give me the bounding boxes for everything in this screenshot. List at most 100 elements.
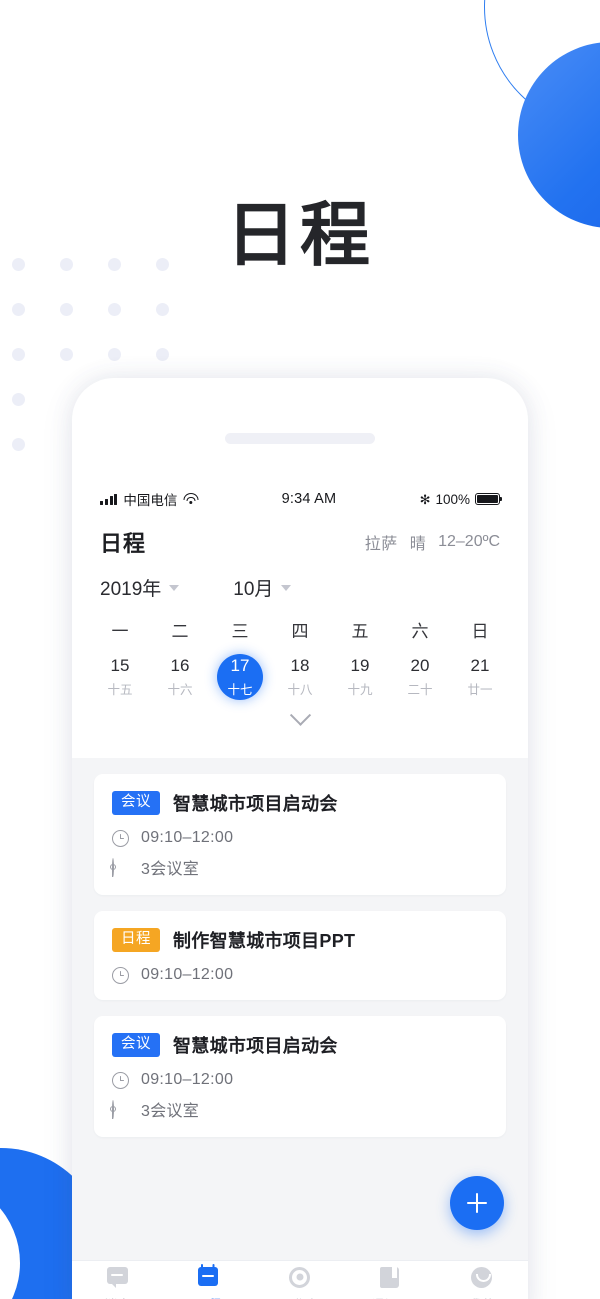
calendar-day-21[interactable]: 21 廿一 xyxy=(450,648,510,706)
event-time-row: 09:10–12:00 xyxy=(112,966,488,984)
day-number: 18 xyxy=(290,656,310,675)
calendar-day-19[interactable]: 19 十九 xyxy=(330,648,390,706)
event-card[interactable]: 日程 制作智慧城市项目PPT 09:10–12:00 xyxy=(94,911,506,1000)
event-type-badge: 会议 xyxy=(112,791,160,815)
calendar-year-month-row: 2019年 10月 xyxy=(90,568,510,611)
page-title: 日程 xyxy=(226,196,374,274)
calendar-widget: 2019年 10月 一 二 三 四 五 六 日 15 十五 16 十六 17 十七 18 十八 19 十九 20… xyxy=(72,568,528,732)
day-lunar-label: 十七 xyxy=(227,683,253,697)
phone-mockup: 中国电信 9:34 AM ✻ 100% 日程 拉萨 晴 12–20ºC 2019… xyxy=(72,378,528,1299)
phone-speaker-bar xyxy=(225,433,375,444)
day-lunar-label: 二十 xyxy=(407,683,433,697)
tab-profile[interactable]: 我的 xyxy=(437,1261,528,1299)
event-time: 09:10–12:00 xyxy=(141,1071,234,1088)
day-number: 20 xyxy=(410,656,430,675)
workbench-icon-shape xyxy=(289,1266,310,1288)
status-bar-time: 9:34 AM xyxy=(281,491,337,507)
location-pin-shape xyxy=(112,1099,114,1119)
event-time-row: 09:10–12:00 xyxy=(112,1071,488,1089)
weather-condition: 晴 xyxy=(409,536,427,553)
signal-bars-icon xyxy=(100,493,118,505)
profile-icon-shape xyxy=(471,1266,493,1288)
decorative-dot xyxy=(156,303,169,316)
workbench-icon xyxy=(289,1266,311,1289)
event-type-badge: 日程 xyxy=(112,928,160,952)
event-title: 智慧城市项目启动会 xyxy=(173,1036,338,1056)
decorative-dot xyxy=(12,303,25,316)
weekday-label: 一 xyxy=(111,622,129,641)
add-event-fab[interactable] xyxy=(450,1176,504,1230)
calendar-icon-shape xyxy=(197,1263,218,1286)
day-number: 15 xyxy=(110,656,130,675)
event-title: 智慧城市项目启动会 xyxy=(173,794,338,814)
tab-message[interactable]: 消息 xyxy=(72,1261,163,1299)
message-icon xyxy=(106,1266,129,1289)
weekday-label: 五 xyxy=(351,622,369,641)
weekday-label: 二 xyxy=(171,622,189,641)
event-location-row: 3会议室 xyxy=(112,1097,488,1121)
weekday-label: 三 xyxy=(231,622,249,641)
weather-info[interactable]: 拉萨 晴 12–20ºC xyxy=(365,530,500,554)
weather-city: 拉萨 xyxy=(364,536,398,553)
decorative-dot xyxy=(12,393,25,406)
status-bar-left: 中国电信 xyxy=(100,489,199,509)
tab-label: 我的 xyxy=(469,1294,495,1299)
year-label: 2019年 xyxy=(100,579,162,600)
day-number: 19 xyxy=(350,656,370,675)
tab-label: 工作台 xyxy=(281,1294,320,1299)
chevron-down-icon xyxy=(289,704,311,726)
tab-workbench[interactable]: 工作台 xyxy=(254,1261,345,1299)
tab-label: 日程 xyxy=(196,1294,222,1299)
location-pin-icon xyxy=(112,857,129,877)
month-selector[interactable]: 10月 xyxy=(233,574,292,601)
calendar-expand-button[interactable] xyxy=(90,704,510,732)
event-card[interactable]: 会议 智慧城市项目启动会 09:10–12:00 3会议室 xyxy=(94,1016,506,1137)
tab-contacts[interactable]: 通讯录 xyxy=(346,1261,437,1299)
event-location: 3会议室 xyxy=(141,861,200,878)
decorative-dot xyxy=(12,348,25,361)
weekday-label: 六 xyxy=(411,622,429,641)
event-title: 制作智慧城市项目PPT xyxy=(173,931,356,951)
bottom-tab-bar: 消息 日程 工作台 通讯录 我的 xyxy=(72,1260,528,1299)
profile-icon xyxy=(471,1266,493,1289)
day-lunar-label: 十八 xyxy=(287,683,313,697)
event-time-row: 09:10–12:00 xyxy=(112,829,488,847)
calendar-day-20[interactable]: 20 二十 xyxy=(390,648,450,706)
contacts-icon-shape xyxy=(380,1266,400,1288)
decorative-dot xyxy=(60,348,73,361)
calendar-day-17[interactable]: 17 十七 xyxy=(210,648,270,706)
tab-label: 通讯录 xyxy=(372,1294,411,1299)
calendar-icon xyxy=(197,1263,220,1289)
tab-label: 消息 xyxy=(105,1294,131,1299)
event-card[interactable]: 会议 智慧城市项目启动会 09:10–12:00 3会议室 xyxy=(94,774,506,895)
day-lunar-label: 十九 xyxy=(347,683,373,697)
weather-temperature: 12–20ºC xyxy=(438,533,500,550)
event-type-badge: 会议 xyxy=(112,1033,160,1057)
event-header: 会议 智慧城市项目启动会 xyxy=(112,1032,488,1058)
decorative-dot xyxy=(108,348,121,361)
calendar-day-16[interactable]: 16 十六 xyxy=(150,648,210,706)
clock-icon xyxy=(112,1071,129,1089)
event-header: 日程 制作智慧城市项目PPT xyxy=(112,927,488,953)
bluetooth-icon: ✻ xyxy=(419,491,431,507)
contacts-icon xyxy=(380,1266,402,1289)
app-title: 日程 xyxy=(100,531,147,556)
year-selector[interactable]: 2019年 xyxy=(100,574,180,601)
tab-calendar[interactable]: 日程 xyxy=(163,1261,254,1299)
location-pin-icon xyxy=(112,1099,129,1119)
plus-icon xyxy=(465,1191,489,1215)
wifi-icon xyxy=(183,493,199,505)
app-header: 日程 拉萨 晴 12–20ºC xyxy=(72,518,528,566)
day-number: 17 xyxy=(230,656,250,675)
status-bar-right: ✻ 100% xyxy=(419,491,503,507)
chevron-down-icon xyxy=(281,584,292,591)
calendar-day-15[interactable]: 15 十五 xyxy=(90,648,150,706)
event-location-row: 3会议室 xyxy=(112,855,488,879)
month-label: 10月 xyxy=(233,579,274,600)
calendar-weekday-header: 一二三四五六日 xyxy=(90,611,510,644)
calendar-day-18[interactable]: 18 十八 xyxy=(270,648,330,706)
decorative-dot xyxy=(12,438,25,451)
day-lunar-label: 十六 xyxy=(167,683,193,697)
calendar-day-row: 15 十五 16 十六 17 十七 18 十八 19 十九 20 二十 21 廿一 xyxy=(90,644,510,706)
event-time: 09:10–12:00 xyxy=(141,829,234,846)
